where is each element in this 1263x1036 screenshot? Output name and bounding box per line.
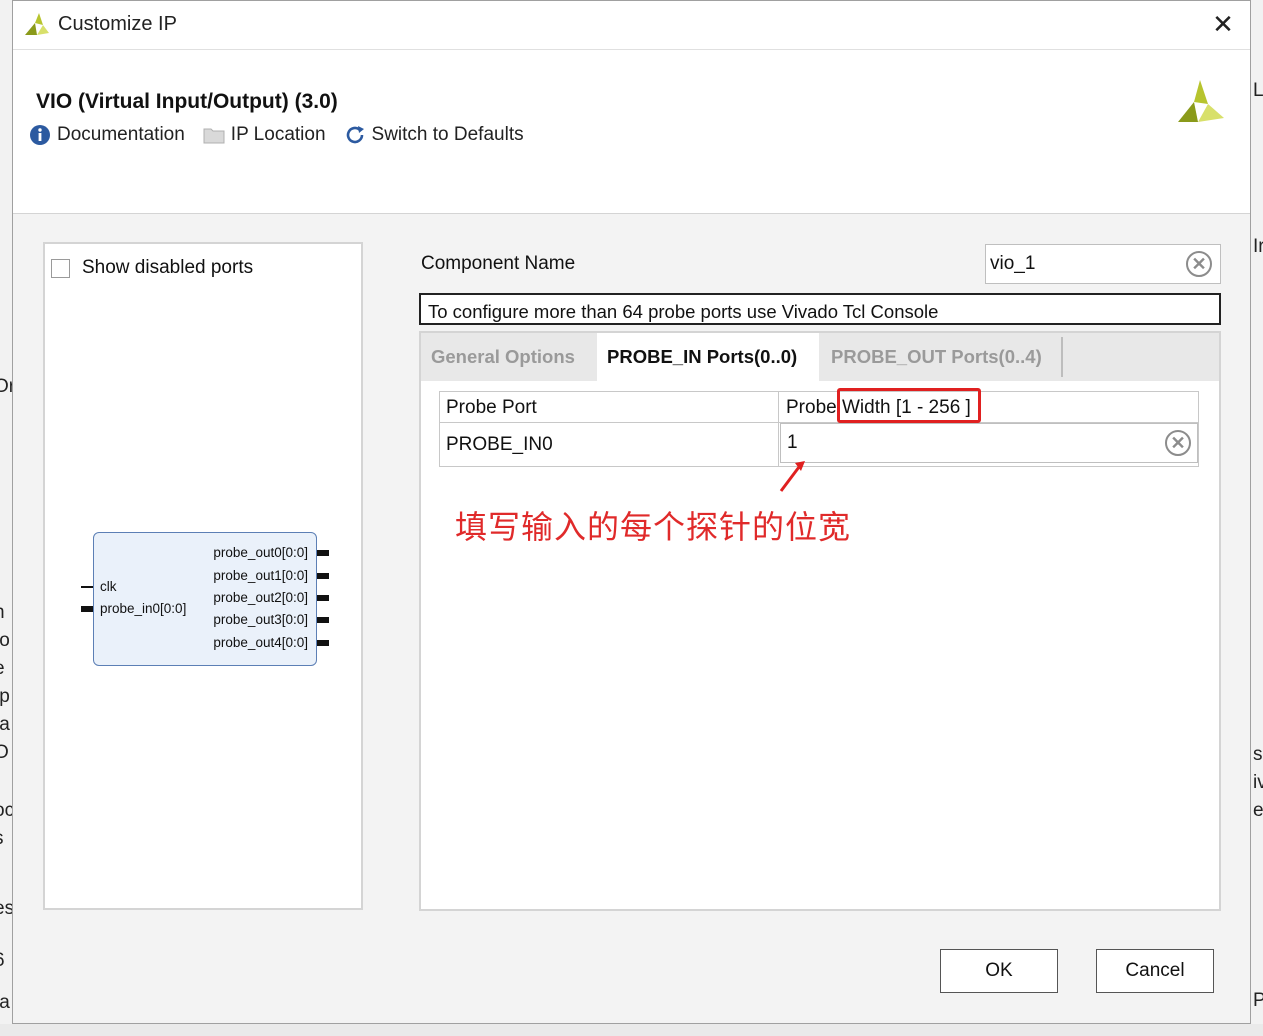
bg-fragment: iv	[1253, 772, 1263, 793]
pin-stub-probe-out1	[317, 573, 329, 579]
pin-clk: clk	[100, 579, 117, 594]
ip-symbol-block: clk probe_in0[0:0] probe_out0[0:0] probe…	[93, 532, 317, 666]
tab-separator	[1061, 337, 1063, 377]
pin-probe-out3: probe_out3[0:0]	[213, 612, 308, 627]
pin-stub-probe-out2	[317, 595, 329, 601]
pin-stub-probe-out4	[317, 640, 329, 646]
config-panel: Component Name ✕ To configure more than …	[419, 1, 1225, 1025]
bg-fragment: s	[0, 828, 4, 850]
background-app-right: L Ir s iv e P	[1251, 0, 1263, 1036]
tab-container: General Options PROBE_IN Ports(0..0) PRO…	[419, 331, 1221, 911]
documentation-label: Documentation	[57, 124, 185, 145]
bg-fragment: O	[0, 742, 9, 763]
ip-location-label: IP Location	[230, 124, 326, 145]
show-disabled-ports-checkbox[interactable]	[51, 258, 70, 278]
documentation-button[interactable]: Documentation	[29, 124, 185, 146]
bg-fragment: s	[1253, 744, 1263, 765]
pin-probe-out2: probe_out2[0:0]	[213, 590, 308, 605]
refresh-icon	[344, 124, 366, 146]
bg-fragment: 6	[0, 950, 5, 972]
component-name-label: Component Name	[421, 253, 576, 274]
column-divider	[778, 392, 779, 466]
probe-width-input[interactable]	[787, 432, 1147, 454]
bg-fragment: to	[0, 630, 10, 651]
pin-probe-in0: probe_in0[0:0]	[100, 601, 187, 616]
window-title: Customize IP	[58, 13, 177, 35]
bg-fragment: Or	[0, 376, 12, 397]
bg-fragment: L	[1253, 80, 1263, 101]
probe-in-table: Probe Port Probe Width [1 - 256 ] PROBE_…	[439, 391, 1199, 467]
bg-fragment: Ir	[1253, 236, 1263, 257]
annotation-text: 填写输入的每个探针的位宽	[455, 509, 852, 545]
table-header: Probe Port Probe Width [1 - 256 ]	[440, 392, 1198, 423]
probe-width-field[interactable]: ✕	[780, 423, 1198, 463]
arrow-icon	[779, 461, 805, 492]
ip-symbol-panel: Show disabled ports clk probe_in0[0:0] p…	[43, 242, 363, 910]
bg-fragment: n	[0, 602, 5, 624]
bg-fragment: P	[1253, 990, 1263, 1011]
probe-port-cell: PROBE_IN0	[446, 434, 553, 455]
bg-fragment: es	[0, 898, 12, 919]
folder-icon	[203, 126, 225, 144]
tab-general-options[interactable]: General Options	[421, 333, 597, 381]
component-name-field[interactable]: ✕	[985, 244, 1221, 284]
tab-probe-out-ports[interactable]: PROBE_OUT Ports(0..4)	[821, 333, 1057, 381]
bg-fragment: e	[1253, 800, 1263, 821]
clear-icon[interactable]: ✕	[1186, 251, 1212, 277]
cancel-button[interactable]: Cancel	[1096, 949, 1214, 993]
customize-ip-dialog: Customize IP ✕ VIO (Virtual Input/Output…	[12, 0, 1251, 1024]
background-app-bottom	[0, 1024, 1263, 1036]
highlight-box	[837, 388, 981, 423]
bg-fragment: ta	[0, 992, 10, 1013]
pin-stub-probe-out0	[317, 550, 329, 556]
component-name-input[interactable]	[990, 253, 1180, 275]
col-probe-port-header: Probe Port	[446, 397, 537, 418]
clear-icon[interactable]: ✕	[1165, 430, 1191, 456]
pin-stub-probe-in0	[81, 606, 93, 612]
pin-stub-probe-out3	[317, 617, 329, 623]
show-disabled-ports-option[interactable]: Show disabled ports	[51, 257, 253, 279]
pin-probe-out4: probe_out4[0:0]	[213, 635, 308, 650]
info-message: To configure more than 64 probe ports us…	[419, 293, 1221, 325]
bg-fragment: fa	[0, 714, 10, 735]
bg-fragment: e	[0, 658, 5, 680]
pin-stub-clk	[81, 586, 93, 588]
ok-button[interactable]: OK	[940, 949, 1058, 993]
xilinx-logo-icon	[23, 11, 49, 42]
pin-probe-out0: probe_out0[0:0]	[213, 545, 308, 560]
tab-probe-in-ports[interactable]: PROBE_IN Ports(0..0)	[597, 333, 819, 381]
ip-title: VIO (Virtual Input/Output) (3.0)	[36, 90, 338, 113]
bg-fragment: tp	[0, 686, 10, 707]
ip-location-button[interactable]: IP Location	[203, 124, 326, 146]
pin-probe-out1: probe_out1[0:0]	[213, 568, 308, 583]
show-disabled-ports-label: Show disabled ports	[82, 257, 254, 278]
info-icon	[29, 124, 51, 146]
background-app-left: Or n to e tp fa O oc s es 6 ta	[0, 0, 12, 1036]
bg-fragment: oc	[0, 800, 12, 821]
tab-strip: General Options PROBE_IN Ports(0..0) PRO…	[421, 333, 1219, 381]
